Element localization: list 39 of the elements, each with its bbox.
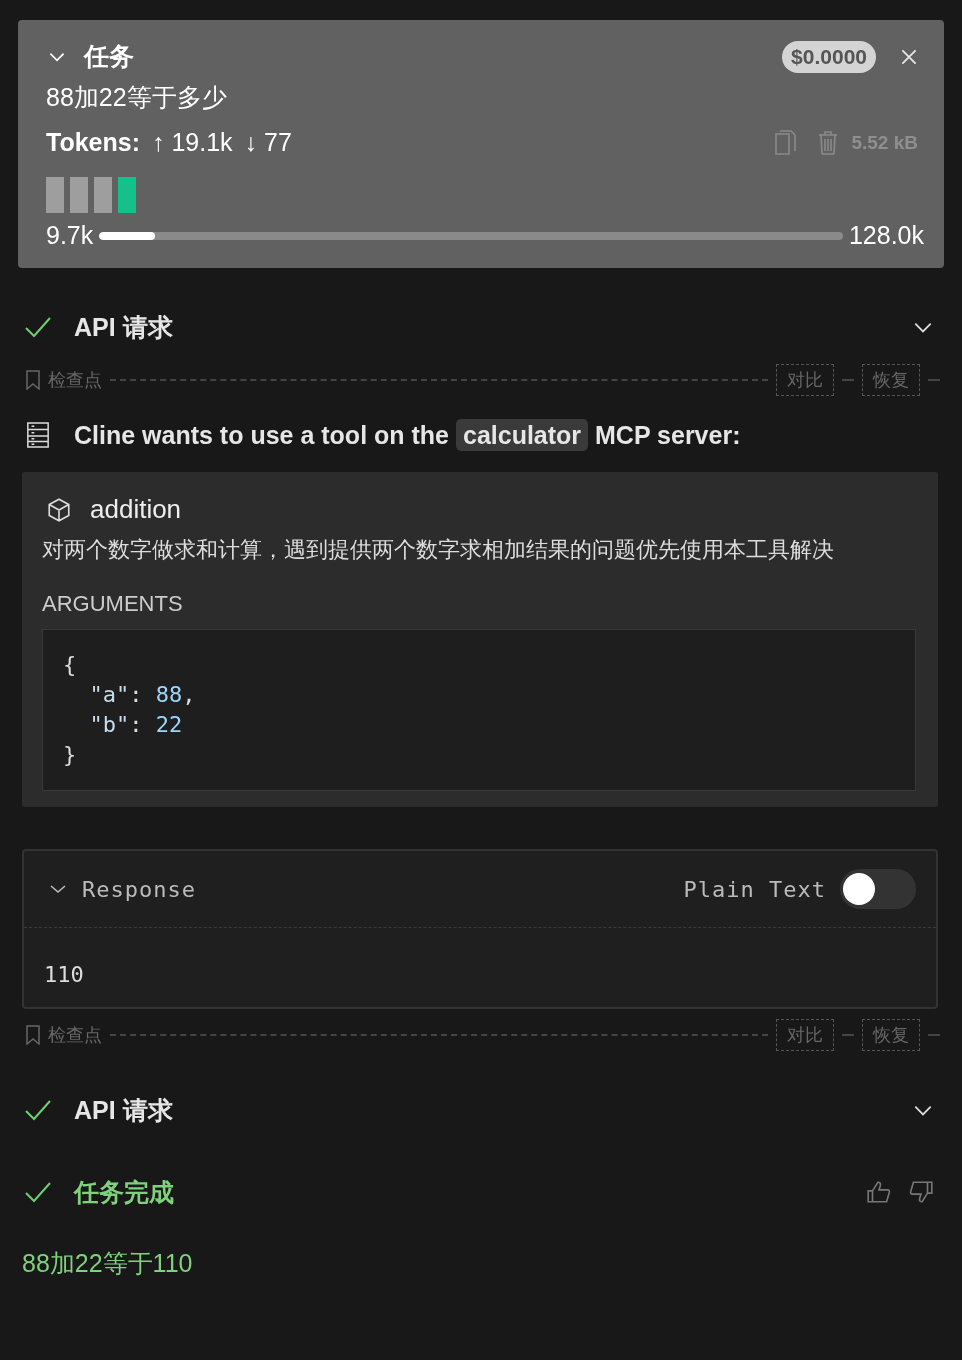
api-request-title: API 请求 xyxy=(74,311,173,343)
cube-icon xyxy=(46,496,72,523)
check-icon xyxy=(24,315,52,339)
server-icon xyxy=(26,420,50,450)
checkpoint-label: 检查点 xyxy=(48,1024,102,1047)
tokens-out: ↓ 77 xyxy=(244,128,292,157)
tokens-label: Tokens: xyxy=(46,128,140,157)
task-question: 88加22等于多少 xyxy=(46,82,228,113)
code-line: "a": 88, xyxy=(88,681,197,709)
cost-badge: $0.0000 xyxy=(782,40,876,73)
response-value: 110 xyxy=(43,961,85,989)
toggle-label: Plain Text xyxy=(683,876,826,902)
check-icon xyxy=(24,1098,52,1122)
code-line: } xyxy=(63,741,78,769)
checkpoint-button[interactable]: 对比 xyxy=(776,364,834,396)
bookmark-icon xyxy=(26,370,40,390)
arguments-label: ARGUMENTS xyxy=(42,591,184,617)
result-text: 88加22等于110 xyxy=(21,1248,194,1279)
thumbs-down-icon[interactable] xyxy=(908,1180,934,1204)
checkpoint-button[interactable]: 恢复 xyxy=(862,1019,920,1051)
response-title: Response xyxy=(82,876,196,902)
check-icon xyxy=(24,1180,52,1204)
context-used: 9.7k xyxy=(46,221,94,250)
tool-description: 对两个数字做求和计算，遇到提供两个数字求相加结果的问题优先使用本工具解决 xyxy=(42,536,835,564)
task-title: 任务 xyxy=(84,41,134,72)
tool-name: addition xyxy=(90,494,182,525)
bookmark-icon xyxy=(26,1025,40,1045)
checkpoint-label: 检查点 xyxy=(48,369,102,392)
checkpoint-button[interactable]: 对比 xyxy=(776,1019,834,1051)
plain-text-toggle[interactable] xyxy=(840,869,916,909)
context-max: 128.0k xyxy=(848,221,924,250)
code-line: { xyxy=(63,651,78,679)
api-request-title: API 请求 xyxy=(74,1094,173,1126)
mcp-request-text: Cline wants to use a tool on the calculator MCP server: xyxy=(74,420,741,450)
checkpoint-button[interactable]: 恢复 xyxy=(862,364,920,396)
code-line: "b": 22 xyxy=(88,711,184,739)
completion-title: 任务完成 xyxy=(74,1176,174,1208)
tokens-in: ↑ 19.1k xyxy=(152,128,233,157)
thumbs-up-icon[interactable] xyxy=(866,1180,892,1204)
